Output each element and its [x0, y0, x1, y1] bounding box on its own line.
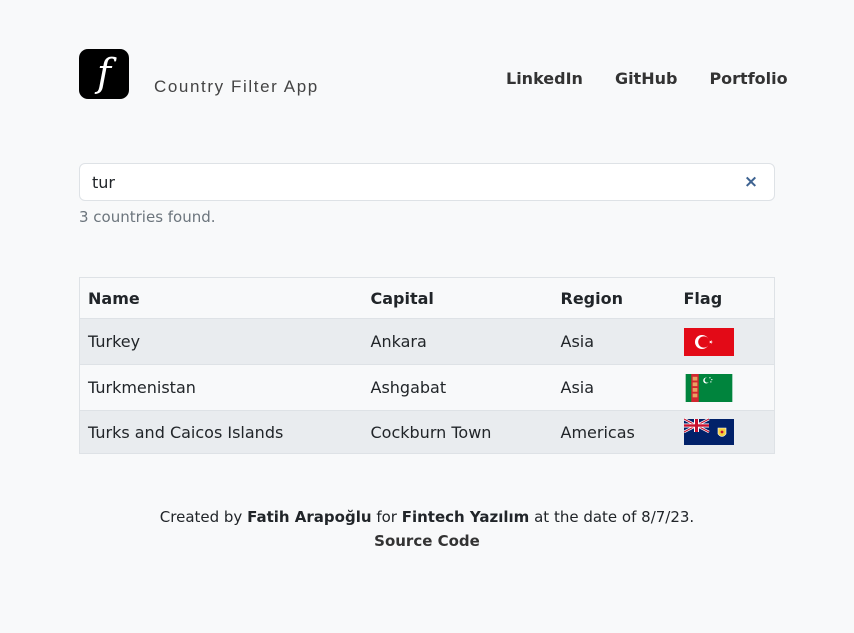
- column-header-flag[interactable]: Flag: [675, 277, 775, 319]
- country-name: Turks and Caicos Islands: [79, 410, 363, 454]
- date-text: at the date of 8/7/23.: [534, 508, 695, 526]
- country-flag-cell: [675, 410, 775, 454]
- countries-table: Name Capital Region Flag Turkey Ankara A…: [79, 277, 775, 454]
- clear-search-icon[interactable]: ×: [742, 173, 760, 191]
- turkmenistan-flag-icon: [685, 373, 732, 402]
- for-text: for: [376, 508, 397, 526]
- nav-github[interactable]: GitHub: [615, 69, 678, 88]
- country-capital: Ashgabat: [362, 364, 553, 411]
- country-capital: Cockburn Town: [362, 410, 553, 454]
- logo-letter: f: [96, 51, 112, 95]
- country-name: Turkmenistan: [79, 364, 363, 411]
- country-capital: Ankara: [362, 318, 553, 365]
- country-region: Asia: [552, 364, 676, 411]
- author-name: Fatih Arapoğlu: [247, 508, 372, 526]
- column-header-capital[interactable]: Capital: [362, 277, 553, 319]
- company-name: Fintech Yazılım: [401, 508, 530, 526]
- country-region: Americas: [552, 410, 676, 454]
- footer: Created by Fatih Arapoğlu for Fintech Ya…: [0, 505, 854, 553]
- turkey-flag-icon: [683, 327, 734, 356]
- top-nav: LinkedIn GitHub Portfolio: [506, 69, 788, 88]
- search-input[interactable]: [80, 164, 720, 200]
- created-by-text: Created by: [159, 508, 243, 526]
- country-region: Asia: [552, 318, 676, 365]
- credit-line: Created by Fatih Arapoğlu for Fintech Ya…: [0, 505, 854, 529]
- source-code-link[interactable]: Source Code: [374, 532, 480, 550]
- country-name: Turkey: [79, 318, 363, 365]
- nav-portfolio[interactable]: Portfolio: [709, 69, 787, 88]
- table-row[interactable]: Turkey Ankara Asia: [79, 318, 775, 365]
- nav-linkedin[interactable]: LinkedIn: [506, 69, 583, 88]
- app-logo[interactable]: f: [79, 49, 129, 99]
- table-header-row: Name Capital Region Flag: [79, 277, 775, 319]
- turks-caicos-flag-icon: [683, 418, 734, 445]
- column-header-region[interactable]: Region: [552, 277, 676, 319]
- app-title: Country Filter App: [154, 77, 319, 96]
- column-header-name[interactable]: Name: [79, 277, 363, 319]
- search-box: ×: [79, 163, 775, 201]
- result-count: 3 countries found.: [79, 208, 216, 226]
- country-flag-cell: [675, 318, 775, 365]
- table-row[interactable]: Turks and Caicos Islands Cockburn Town A…: [79, 410, 775, 454]
- country-flag-cell: [675, 364, 775, 411]
- table-row[interactable]: Turkmenistan Ashgabat Asia: [79, 364, 775, 411]
